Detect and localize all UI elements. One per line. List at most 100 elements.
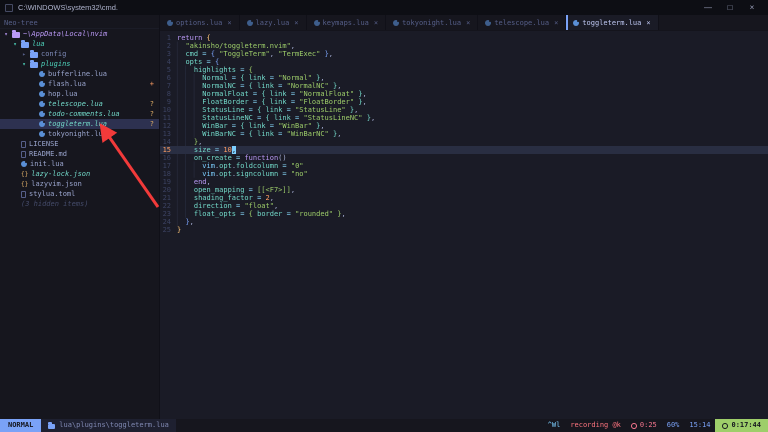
code-line-13[interactable]: 13 ▏ ▏ ▏ WinBarNC = { link = "WinBarNC" }… — [160, 130, 768, 138]
line-number: 24 — [162, 218, 171, 226]
tree-item-init-lua[interactable]: init.lua — [0, 159, 159, 169]
code-line-8[interactable]: 8 ▏ ▏ ▏ NormalFloat = { link = "NormalFlo… — [160, 90, 768, 98]
tree-item-appdata-local-nvim[interactable]: ▾ ~\AppData\Local\nvim — [0, 29, 159, 39]
code-line-20[interactable]: 20 ▏ ▏ open_mapping = [[<F7>]], — [160, 186, 768, 194]
tree-item-lazy-lock-json[interactable]: {} lazy-lock.json — [0, 169, 159, 179]
file-tree: ▾ ~\AppData\Local\nvim ▾ lua ▸ config ▾ plugins… — [0, 29, 159, 209]
tree-item-todo-comments-lua[interactable]: todo-comments.lua? — [0, 109, 159, 119]
code-line-2[interactable]: 2 ▏ "akinsho/toggleterm.nvim", — [160, 42, 768, 50]
code-line-6[interactable]: 6 ▏ ▏ ▏ Normal = { link = "Normal" }, — [160, 74, 768, 82]
code-text: ▏ ▏ ▏ FloatBorder = { link = "FloatBorde… — [177, 98, 367, 106]
line-number: 14 — [162, 138, 171, 146]
code-line-14[interactable]: 14 ▏ ▏ }, — [160, 138, 768, 146]
tree-item-config[interactable]: ▸ config — [0, 49, 159, 59]
lua-icon — [485, 19, 492, 26]
tab-close-icon[interactable]: × — [646, 19, 650, 27]
code-text: ▏ ▏ ▏ NormalNC = { link = "NormalNC" }, — [177, 82, 342, 90]
code-line-19[interactable]: 19 ▏ ▏ end, — [160, 178, 768, 186]
git-status-badge: ? — [149, 110, 154, 118]
lua-icon — [39, 91, 45, 97]
tab-label: lazy.lua — [255, 18, 290, 27]
line-number: 5 — [166, 66, 171, 74]
code-line-23[interactable]: 23 ▏ ▏ float_opts = { border = "rounded" … — [160, 210, 768, 218]
code-line-5[interactable]: 5 ▏ ▏ highlights = { — [160, 66, 768, 74]
tab-close-icon[interactable]: × — [554, 19, 558, 27]
folder-icon — [30, 49, 38, 58]
tree-item-3-hidden-items[interactable]: (3 hidden items) — [0, 199, 159, 209]
statusline-right: ^Wl recording @k 0:25 60% 15:14 0:17:44 — [543, 419, 768, 432]
tree-item-label: lazy-lock.json — [31, 170, 91, 178]
code-line-1[interactable]: 1 return { — [160, 34, 768, 42]
code-line-16[interactable]: 16 ▏ ▏ on_create = function() — [160, 154, 768, 162]
code-line-11[interactable]: 11 ▏ ▏ ▏ StatusLineNC = { link = "StatusL… — [160, 114, 768, 122]
code-text: ▏ ▏ float_opts = { border = "rounded" }, — [177, 210, 346, 218]
code-text: return { — [177, 34, 211, 42]
tree-item-flash-lua[interactable]: flash.lua + — [0, 79, 159, 89]
tree-item-bufferline-lua[interactable]: bufferline.lua — [0, 69, 159, 79]
tree-item-label: config — [41, 50, 67, 58]
maximize-button[interactable]: □ — [719, 0, 741, 15]
tab-telescope-lua[interactable]: telescope.lua × — [478, 15, 567, 30]
line-number: 16 — [162, 154, 171, 162]
code-line-15[interactable]: 15 ▏ ▏ size = 10, — [160, 146, 768, 154]
line-number: 8 — [166, 90, 171, 98]
code-text: ▏ cmd = { "ToggleTerm", "TermExec" }, — [177, 50, 334, 58]
chevron-down-icon: ▾ — [4, 30, 8, 38]
tree-item-toggleterm-lua[interactable]: toggleterm.lua? — [0, 119, 159, 129]
close-button[interactable]: × — [741, 0, 763, 15]
tree-item-stylua-toml[interactable]: stylua.toml — [0, 189, 159, 199]
line-number: 2 — [166, 42, 171, 50]
lua-icon — [39, 71, 45, 77]
git-status-badge: ? — [149, 100, 154, 108]
chevron-down-icon: ▾ — [13, 40, 17, 48]
code-line-9[interactable]: 9 ▏ ▏ ▏ FloatBorder = { link = "FloatBord… — [160, 98, 768, 106]
code-line-3[interactable]: 3 ▏ cmd = { "ToggleTerm", "TermExec" }, — [160, 50, 768, 58]
folder-icon — [12, 29, 20, 38]
tab-options-lua[interactable]: options.lua × — [160, 15, 240, 30]
tab-close-icon[interactable]: × — [294, 19, 298, 27]
tab-tokyonight-lua[interactable]: tokyonight.lua × — [386, 15, 479, 30]
line-number: 13 — [162, 130, 171, 138]
lua-icon — [21, 161, 27, 167]
tab-keymaps-lua[interactable]: keymaps.lua × — [306, 15, 387, 30]
folder-icon — [30, 59, 38, 68]
code-line-21[interactable]: 21 ▏ ▏ shading_factor = 2, — [160, 194, 768, 202]
code-text: ▏ ▏ }, — [177, 138, 203, 146]
clock-icon — [722, 422, 729, 429]
statusline-clock: 0:17:44 — [715, 419, 768, 432]
tree-item-hop-lua[interactable]: hop.lua — [0, 89, 159, 99]
code-text: ▏ ▏ size = 10, — [177, 146, 237, 154]
line-number: 10 — [162, 106, 171, 114]
tab-label: toggleterm.lua — [582, 18, 642, 27]
code-line-18[interactable]: 18 ▏ ▏ ▏ vim.opt.signcolumn = "no" — [160, 170, 768, 178]
statusline-percent: 60% — [666, 421, 680, 429]
tab-lazy-lua[interactable]: lazy.lua × — [239, 15, 307, 30]
tree-item-label: telescope.lua — [48, 100, 103, 108]
tree-item-lazyvim-json[interactable]: {} lazyvim.json — [0, 179, 159, 189]
tab-close-icon[interactable]: × — [466, 19, 470, 27]
code-line-24[interactable]: 24 ▏ }, — [160, 218, 768, 226]
tree-item-readme-md[interactable]: README.md — [0, 149, 159, 159]
tree-item-telescope-lua[interactable]: telescope.lua? — [0, 99, 159, 109]
minimize-button[interactable]: — — [697, 0, 719, 15]
tree-item-lua[interactable]: ▾ lua — [0, 39, 159, 49]
editor[interactable]: 1 return {2 ▏ "akinsho/toggleterm.nvim", 3 ▏… — [160, 31, 768, 419]
line-number: 19 — [162, 178, 171, 186]
lua-icon — [573, 19, 580, 26]
tab-close-icon[interactable]: × — [374, 19, 378, 27]
code-line-12[interactable]: 12 ▏ ▏ ▏ WinBar = { link = "WinBar" }, — [160, 122, 768, 130]
code-line-25[interactable]: 25} — [160, 226, 768, 234]
tree-item-label: tokyonight.lua — [48, 130, 108, 138]
code-line-17[interactable]: 17 ▏ ▏ ▏ vim.opt.foldcolumn = "0" — [160, 162, 768, 170]
title-bar: C:\WINDOWS\system32\cmd. — □ × — [0, 0, 768, 15]
tab-toggleterm-lua[interactable]: toggleterm.lua × — [566, 15, 659, 30]
tree-item-license[interactable]: LICENSE — [0, 139, 159, 149]
code-line-10[interactable]: 10 ▏ ▏ ▏ StatusLine = { link = "StatusLin… — [160, 106, 768, 114]
code-line-7[interactable]: 7 ▏ ▏ ▏ NormalNC = { link = "NormalNC" }, — [160, 82, 768, 90]
tab-close-icon[interactable]: × — [227, 19, 231, 27]
tree-item-tokyonight-lua[interactable]: tokyonight.lua — [0, 129, 159, 139]
code-line-22[interactable]: 22 ▏ ▏ direction = "float", — [160, 202, 768, 210]
code-line-4[interactable]: 4 ▏ opts = { — [160, 58, 768, 66]
tree-item-plugins[interactable]: ▾ plugins — [0, 59, 159, 69]
code-lines: 1 return {2 ▏ "akinsho/toggleterm.nvim", 3 ▏… — [160, 34, 768, 234]
